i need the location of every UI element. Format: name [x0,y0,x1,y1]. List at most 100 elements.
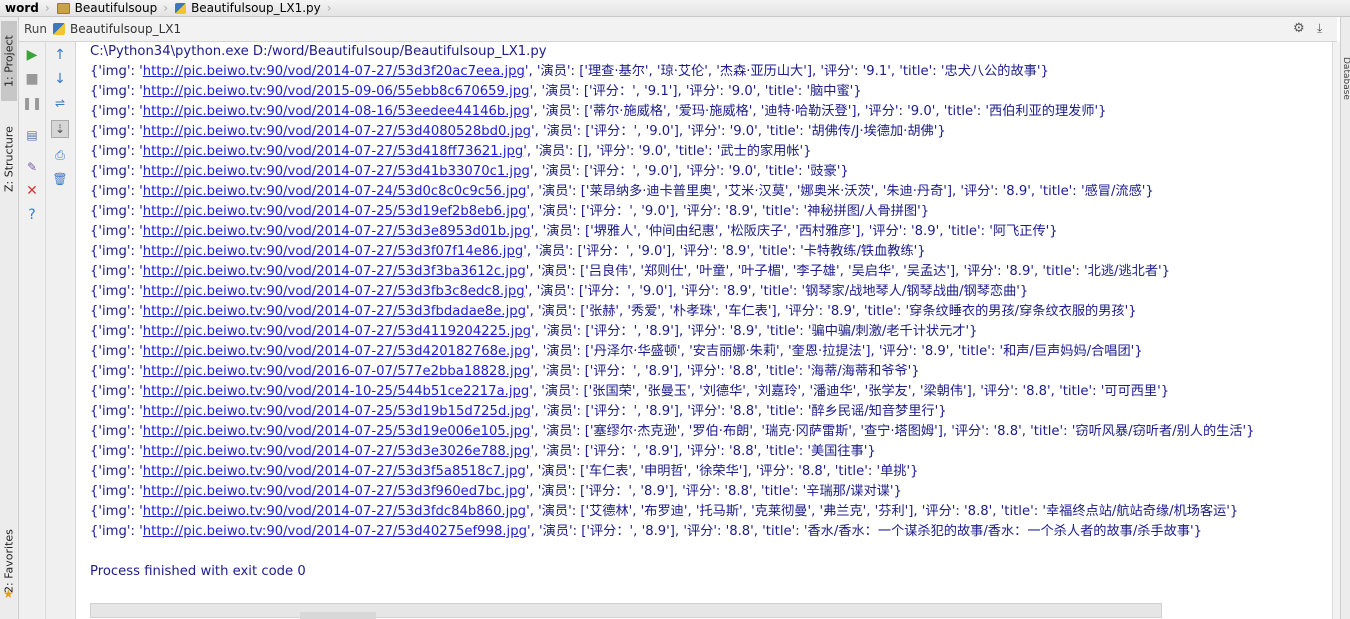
right-tool-window-strip: Database [1340,17,1350,619]
record-details: ', '演员': ['车仁表', '申明哲', '徐荣华'], '评分': '8… [525,464,919,479]
run-label: Run [24,22,48,36]
scroll-to-end-icon[interactable]: ⇣ [51,120,69,138]
image-url-link[interactable]: http://pic.beiwo.tv:90/vod/2014-07-27/53… [143,524,527,539]
image-url-link[interactable]: http://pic.beiwo.tv:90/vod/2014-07-27/53… [143,484,526,499]
star-icon: ★ [3,587,14,601]
image-url-link[interactable]: http://pic.beiwo.tv:90/vod/2014-07-25/53… [143,424,531,439]
record-prefix: {'img': ' [90,424,143,439]
record-details: ', '演员': ['评分：', '8.9'], '评分': '8.8', 't… [530,364,920,379]
run-configuration-tab[interactable]: Beautifulsoup_LX1 [53,22,181,36]
record-prefix: {'img': ' [90,144,143,159]
tab-favorites-label: 2: Favorites [2,529,16,593]
record-details: ', '演员': ['评分：', '9.1'], '评分': '9.0', 't… [529,84,862,99]
image-url-link[interactable]: http://pic.beiwo.tv:90/vod/2014-07-27/53… [143,164,530,179]
console-record-line: {'img': 'http://pic.beiwo.tv:90/vod/2014… [90,242,1255,262]
chevron-right-icon: › [326,1,332,15]
trash-icon[interactable]: 🗑 [51,170,69,188]
left-tool-window-strip: 1: Project Z: Structure 2: Favorites ★ [0,17,19,619]
record-details: ', '演员': ['丹泽尔·华盛顿', '安吉丽娜·朱莉', '奎恩·拉提法'… [530,344,1143,359]
record-details: ', '演员': ['张国荣', '张曼玉', '刘德华', '刘嘉玲', '潘… [529,384,1170,399]
image-url-link[interactable]: http://pic.beiwo.tv:90/vod/2014-07-24/53… [143,184,527,199]
image-url-link[interactable]: http://pic.beiwo.tv:90/vod/2014-07-25/53… [143,204,527,219]
image-url-link[interactable]: http://pic.beiwo.tv:90/vod/2014-07-27/53… [143,124,531,139]
console-record-line: {'img': 'http://pic.beiwo.tv:90/vod/2014… [90,422,1255,442]
image-url-link[interactable]: http://pic.beiwo.tv:90/vod/2014-07-25/53… [143,404,531,419]
image-url-link[interactable]: http://pic.beiwo.tv:90/vod/2014-07-27/53… [143,284,525,299]
image-url-link[interactable]: http://pic.beiwo.tv:90/vod/2014-07-27/53… [143,504,526,519]
record-details: ', '演员': ['评分：', '8.9'], '评分': '8.8', 't… [525,484,902,499]
record-prefix: {'img': ' [90,364,143,379]
rerun-icon[interactable]: ▶ [23,46,41,64]
record-details: ', '演员': ['张赫', '秀爱', '朴孝珠', '车仁表'], '评分… [526,304,1137,319]
image-url-link[interactable]: http://pic.beiwo.tv:90/vod/2014-10-25/54… [143,384,529,399]
horizontal-scrollbar-thumb[interactable] [90,603,1162,618]
image-url-link[interactable]: http://pic.beiwo.tv:90/vod/2015-09-06/55… [143,84,530,99]
console-output[interactable]: C:\Python34\python.exe D:/word/Beautiful… [76,42,1332,602]
bottom-tab-stub[interactable] [300,612,376,619]
pin-icon[interactable]: ✎ [23,158,41,176]
python-file-icon [53,23,66,35]
image-url-link[interactable]: http://pic.beiwo.tv:90/vod/2014-07-27/53… [143,264,526,279]
breadcrumb-item-project[interactable]: word › [0,1,54,15]
record-details: ', '演员': ['吕良伟', '郑则仕', '叶童', '叶子楣', '李子… [525,264,1171,279]
record-prefix: {'img': ' [90,164,143,179]
tab-database[interactable]: Database [1341,57,1350,100]
arrow-down-icon[interactable]: ↓ [51,70,69,88]
stop-icon[interactable]: ■ [23,70,41,88]
image-url-link[interactable]: http://pic.beiwo.tv:90/vod/2014-07-27/53… [143,144,524,159]
layout-icon[interactable]: ▤ [23,126,41,144]
print-icon[interactable]: ⎙ [51,146,69,164]
record-prefix: {'img': ' [90,464,143,479]
hide-window-icon[interactable]: ⤓ [1317,21,1322,36]
image-url-link[interactable]: http://pic.beiwo.tv:90/vod/2014-08-16/53… [143,104,530,119]
record-details: ', '演员': ['评分：', '9.0'], '评分': '8.9', 't… [524,284,1029,299]
image-url-link[interactable]: http://pic.beiwo.tv:90/vod/2014-07-27/53… [143,64,525,79]
record-details: ', '演员': ['莱昂纳多·迪卡普里奥', '艾米·汉莫', '娜奥米·沃茨… [526,184,1154,199]
console-command-line: C:\Python34\python.exe D:/word/Beautiful… [90,44,547,59]
record-prefix: {'img': ' [90,404,143,419]
breadcrumb-label: Beautifulsoup_LX1.py [191,1,321,15]
record-prefix: {'img': ' [90,484,143,499]
folder-icon [56,2,70,14]
record-details: ', '演员': [], '评分': '9.0', 'title': '武士的家… [523,144,812,159]
breadcrumb: word › Beautifulsoup › Beautifulsoup_LX1.p… [0,0,1350,17]
settings-gear-icon[interactable]: ⚙ [1293,21,1305,36]
record-details: ', '演员': ['评分：', '9.0'], '评分': '9.0', 't… [530,124,946,139]
soft-wrap-icon[interactable]: ⇌ [51,94,69,112]
run-configuration-name: Beautifulsoup_LX1 [70,22,182,36]
image-url-link[interactable]: http://pic.beiwo.tv:90/vod/2016-07-07/57… [143,364,531,379]
image-url-link[interactable]: http://pic.beiwo.tv:90/vod/2014-07-27/53… [143,304,526,319]
breadcrumb-item-file[interactable]: Beautifulsoup_LX1.py › [172,1,335,15]
breadcrumb-item-folder[interactable]: Beautifulsoup › [54,1,172,15]
record-details: ', '演员': ['塞缪尔·杰克逊', '罗伯·布朗', '瑞克·冈萨雷斯',… [530,424,1255,439]
process-exit-message: Process finished with exit code 0 [90,564,306,579]
console-record-line: {'img': 'http://pic.beiwo.tv:90/vod/2014… [90,502,1255,522]
record-details: ', '演员': ['评分：', '9.0'], '评分': '8.9', 't… [523,244,926,259]
close-icon[interactable]: ✕ [23,182,41,200]
pause-icon[interactable]: ❚❚ [22,94,42,112]
image-url-link[interactable]: http://pic.beiwo.tv:90/vod/2014-07-27/53… [143,324,531,339]
image-url-link[interactable]: http://pic.beiwo.tv:90/vod/2014-07-27/53… [143,344,531,359]
image-url-link[interactable]: http://pic.beiwo.tv:90/vod/2014-07-27/53… [143,444,531,459]
image-url-link[interactable]: http://pic.beiwo.tv:90/vod/2014-07-27/53… [143,244,523,259]
image-url-link[interactable]: http://pic.beiwo.tv:90/vod/2014-07-27/53… [143,464,526,479]
tab-structure[interactable]: Z: Structure [1,123,17,195]
record-prefix: {'img': ' [90,444,143,459]
record-details: ', '演员': ['评分：', '9.0'], '评分': '8.9', 't… [526,204,930,219]
record-details: ', '演员': ['评分：', '8.9'], '评分': '8.9', 't… [530,324,978,339]
console-record-line: {'img': 'http://pic.beiwo.tv:90/vod/2015… [90,82,1255,102]
console-record-line: {'img': 'http://pic.beiwo.tv:90/vod/2014… [90,122,1255,142]
console-record-line: {'img': 'http://pic.beiwo.tv:90/vod/2014… [90,182,1255,202]
horizontal-scrollbar[interactable] [76,602,1332,619]
console-record-line: {'img': 'http://pic.beiwo.tv:90/vod/2014… [90,222,1255,242]
help-icon[interactable]: ? [23,206,41,224]
image-url-link[interactable]: http://pic.beiwo.tv:90/vod/2014-07-27/53… [143,224,531,239]
console-record-line: {'img': 'http://pic.beiwo.tv:90/vod/2014… [90,482,1255,502]
arrow-up-icon[interactable]: ↑ [51,46,69,64]
record-prefix: {'img': ' [90,304,143,319]
tab-project[interactable]: 1: Project [1,21,17,101]
console-record-line: {'img': 'http://pic.beiwo.tv:90/vod/2014… [90,322,1255,342]
record-prefix: {'img': ' [90,124,143,139]
record-prefix: {'img': ' [90,504,143,519]
tab-project-label: 1: Project [2,35,16,87]
